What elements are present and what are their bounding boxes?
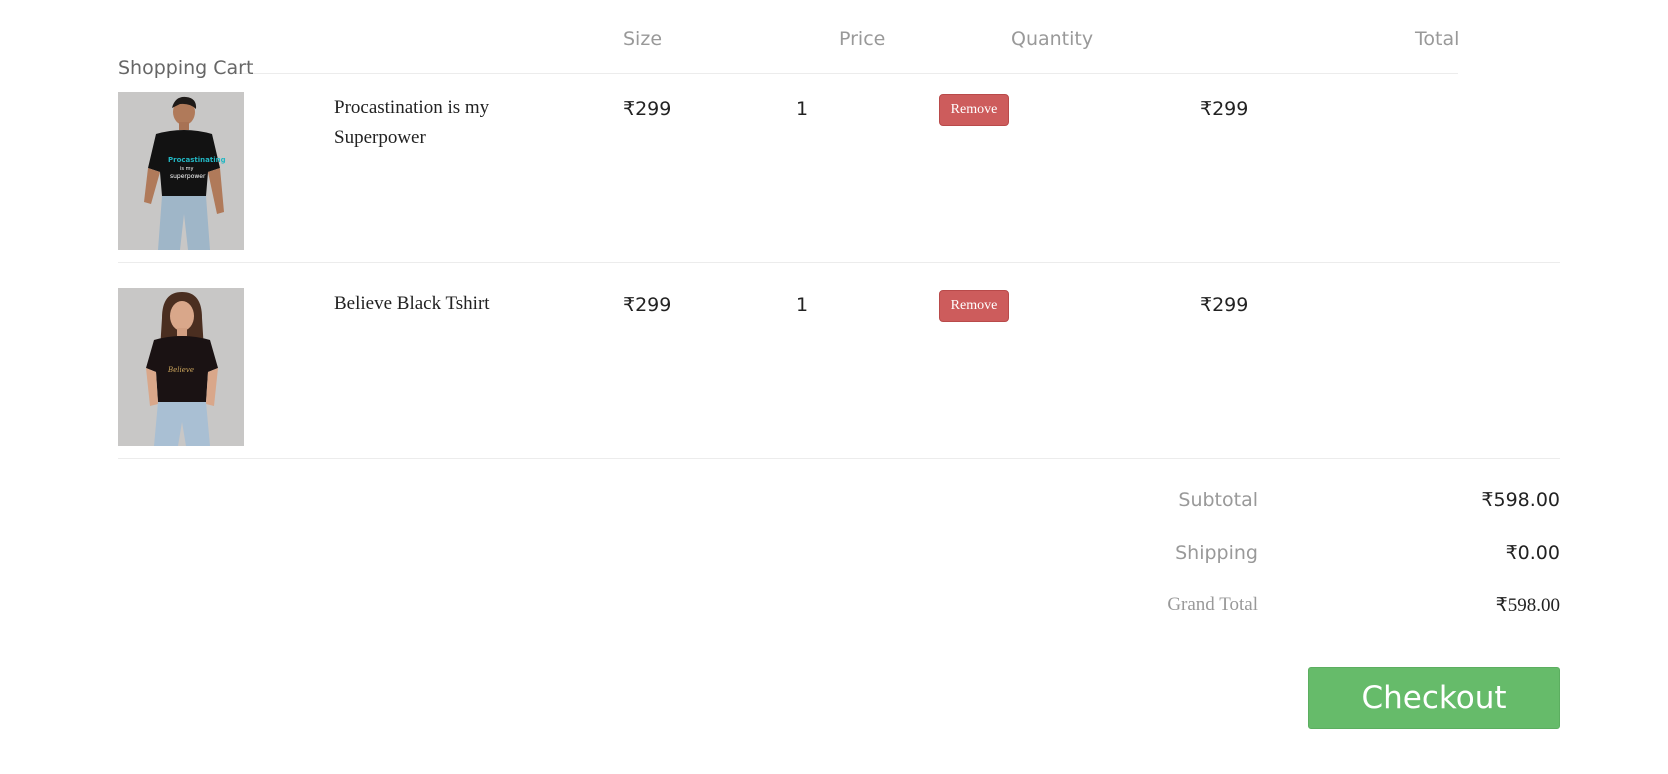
svg-text:Procastinating: Procastinating	[168, 156, 226, 164]
product-name-2[interactable]: Believe Black Tshirt	[334, 289, 554, 319]
man-black-tshirt-photo-icon: Procastinating is my superpower	[118, 92, 244, 250]
svg-text:Believe: Believe	[167, 366, 194, 374]
column-header-size: Size	[623, 28, 663, 50]
svg-text:superpower: superpower	[170, 173, 206, 180]
product-total-2: ₹299	[1200, 294, 1249, 316]
product-image-2[interactable]: Believe	[118, 288, 244, 446]
woman-black-tshirt-photo-icon: Believe	[118, 288, 244, 446]
subtotal-label: Subtotal	[1178, 489, 1258, 511]
svg-text:is my: is my	[180, 166, 193, 172]
shipping-value: ₹0.00	[1505, 542, 1560, 564]
remove-button-2[interactable]: Remove	[939, 290, 1009, 322]
grand-total-value: ₹598.00	[1495, 595, 1560, 616]
header-divider	[236, 73, 1458, 74]
row-divider	[118, 262, 1560, 263]
product-quantity-1[interactable]: 1	[796, 98, 808, 120]
product-name-1[interactable]: Procastination is my Superpower	[334, 93, 554, 153]
row-divider	[118, 458, 1560, 459]
remove-button-1[interactable]: Remove	[939, 94, 1009, 126]
grand-total-label: Grand Total	[1167, 594, 1258, 615]
shipping-label: Shipping	[1175, 542, 1258, 564]
product-image-1[interactable]: Procastinating is my superpower	[118, 92, 244, 250]
subtotal-value: ₹598.00	[1481, 489, 1560, 511]
checkout-button[interactable]: Checkout	[1308, 667, 1560, 729]
product-total-1: ₹299	[1200, 98, 1249, 120]
column-header-quantity: Quantity	[1011, 28, 1094, 50]
column-header-price: Price	[839, 28, 886, 50]
product-price-1: ₹299	[623, 98, 672, 120]
page-title: Shopping Cart	[118, 57, 254, 79]
product-price-2: ₹299	[623, 294, 672, 316]
product-quantity-2[interactable]: 1	[796, 294, 808, 316]
column-header-total: Total	[1415, 28, 1460, 50]
